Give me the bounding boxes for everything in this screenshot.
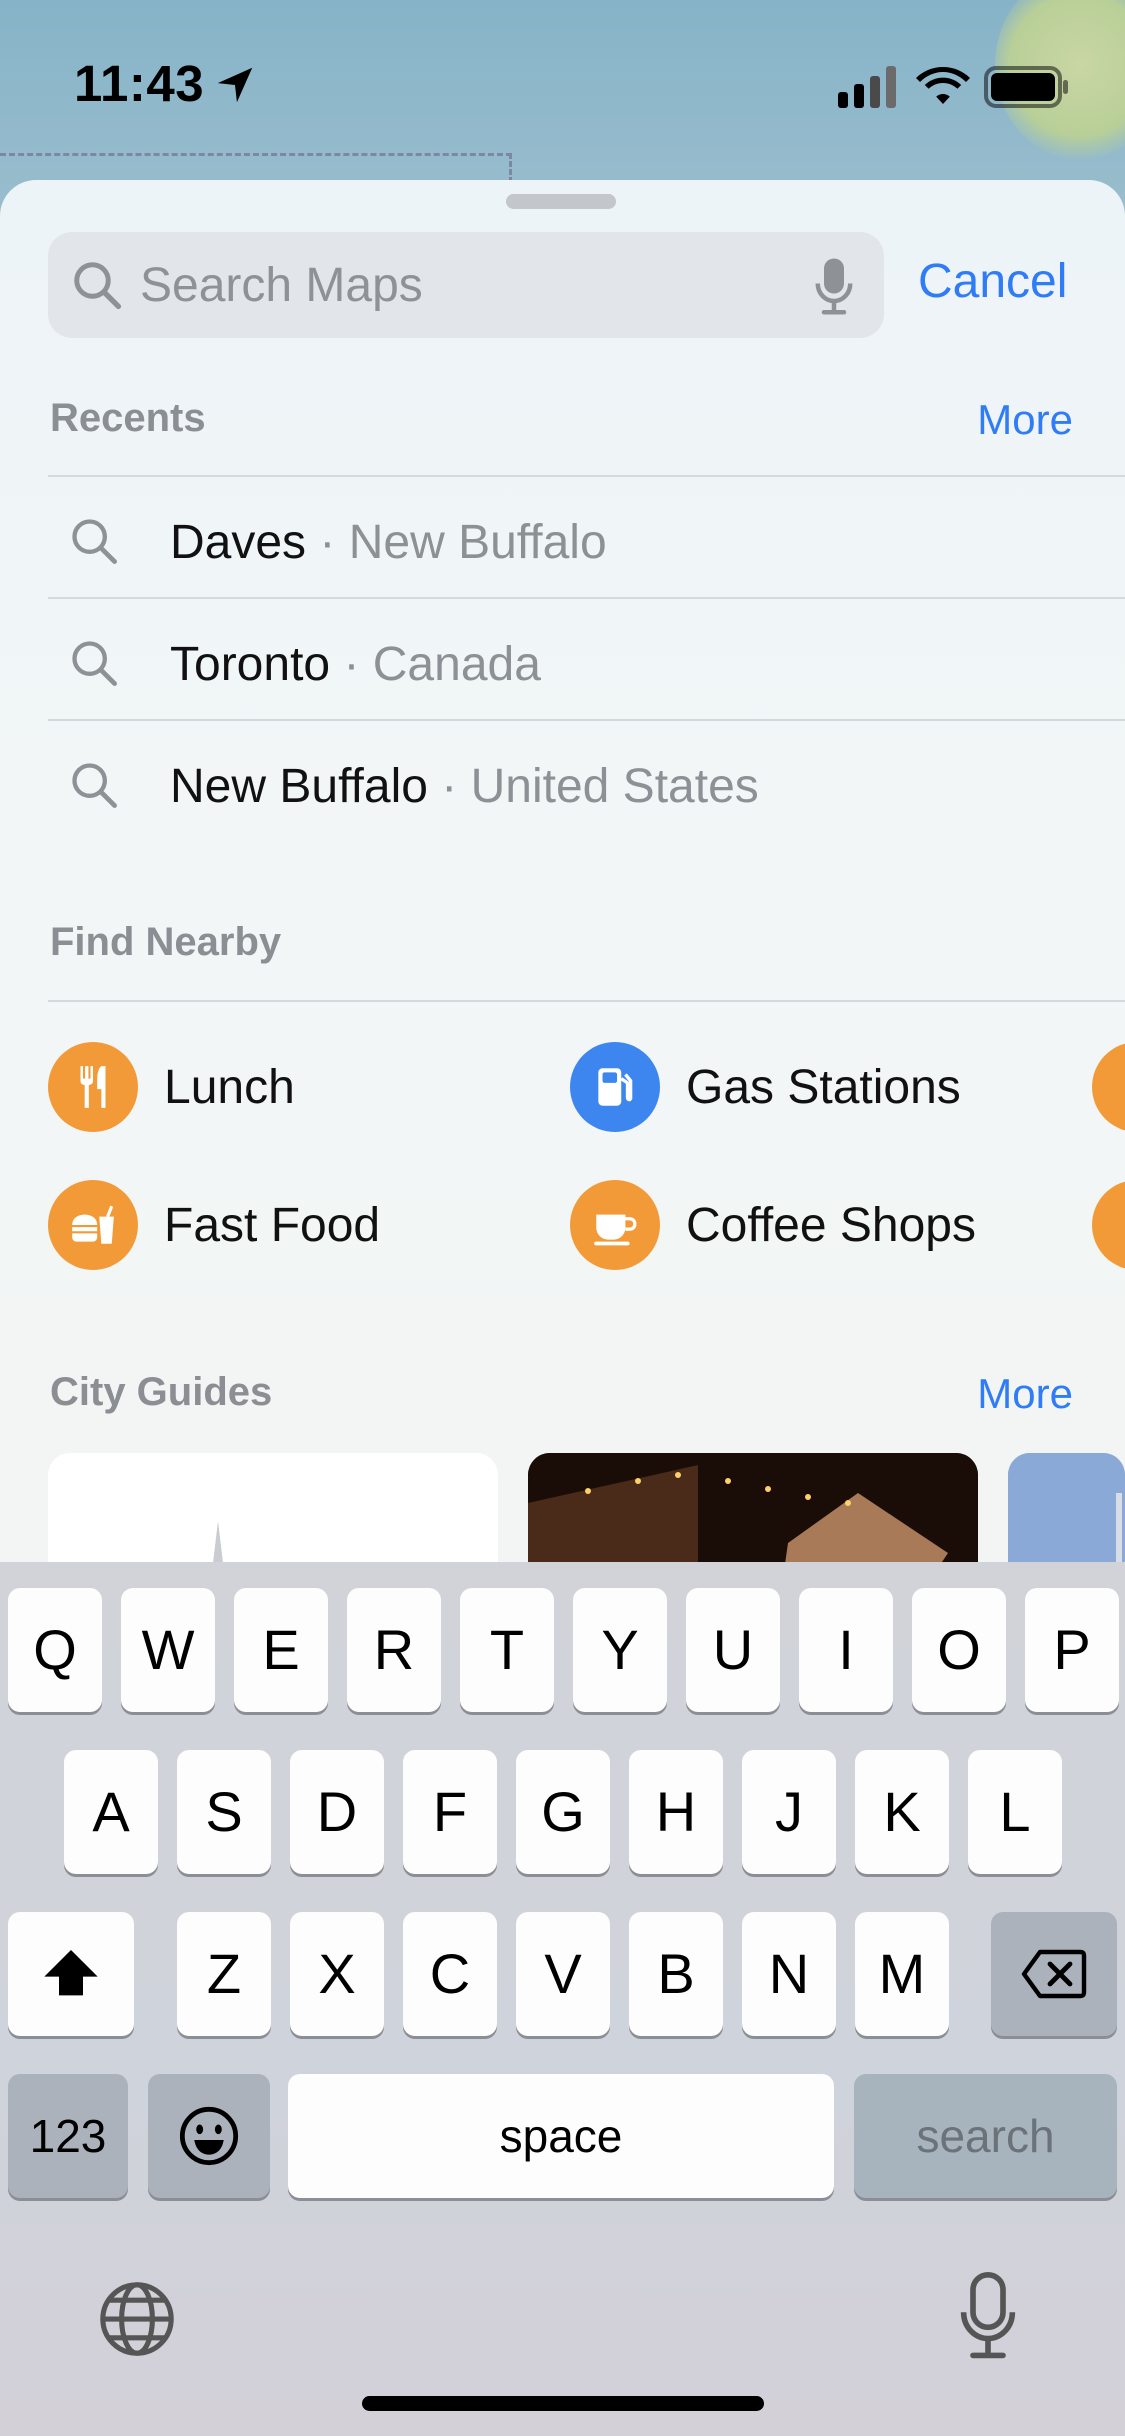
delete-key[interactable] — [991, 1912, 1117, 2036]
burger-drink-icon — [72, 1205, 114, 1244]
location-arrow-icon — [217, 67, 253, 103]
nearby-coffee-shops[interactable]: Coffee Shops — [570, 1174, 1050, 1274]
nearby-label: Lunch — [164, 1061, 295, 1114]
divider — [48, 719, 1125, 721]
fork-knife-icon — [80, 1066, 106, 1108]
key-h[interactable]: H — [629, 1750, 723, 1874]
sheet-grabber[interactable] — [506, 194, 616, 209]
recent-item-label: Toronto · Canada — [170, 638, 541, 691]
nearby-partial-item[interactable] — [1092, 1036, 1125, 1136]
key-e[interactable]: E — [234, 1588, 328, 1712]
nearby-label: Gas Stations — [686, 1061, 961, 1114]
key-d[interactable]: D — [290, 1750, 384, 1874]
battery-icon — [984, 66, 1068, 108]
key-q[interactable]: Q — [8, 1588, 102, 1712]
status-bar: 11:43 — [0, 0, 1125, 150]
nearby-partial-item[interactable] — [1092, 1174, 1125, 1274]
emoji-key[interactable] — [148, 2074, 270, 2198]
recents-more-link[interactable]: More — [977, 396, 1073, 444]
shift-key[interactable] — [8, 1912, 134, 2036]
home-indicator[interactable] — [362, 2396, 764, 2411]
dictation-mic-icon[interactable] — [814, 256, 854, 316]
divider — [48, 1000, 1125, 1002]
key-t[interactable]: T — [460, 1588, 554, 1712]
key-z[interactable]: Z — [177, 1912, 271, 2036]
key-c[interactable]: C — [403, 1912, 497, 2036]
nearby-gas-badge — [570, 1042, 660, 1132]
recent-item-label: New Buffalo · United States — [170, 760, 759, 813]
emoji-face-icon — [179, 2106, 239, 2166]
key-n[interactable]: N — [742, 1912, 836, 2036]
search-input[interactable]: Search Maps — [48, 232, 884, 338]
wifi-icon — [916, 67, 970, 104]
nearby-lunch-badge — [48, 1042, 138, 1132]
search-icon — [72, 641, 117, 686]
cancel-button[interactable]: Cancel — [918, 254, 1067, 309]
coffee-cup-icon — [594, 1214, 637, 1246]
status-time: 11:43 — [74, 55, 205, 112]
fuel-pump-icon — [598, 1068, 633, 1106]
key-j[interactable]: J — [742, 1750, 836, 1874]
key-r[interactable]: R — [347, 1588, 441, 1712]
key-b[interactable]: B — [629, 1912, 723, 2036]
numbers-key[interactable]: 123 — [8, 2074, 128, 2198]
key-w[interactable]: W — [121, 1588, 215, 1712]
key-a[interactable]: A — [64, 1750, 158, 1874]
key-g[interactable]: G — [516, 1750, 610, 1874]
map-boundary-line-vertical — [509, 153, 512, 183]
globe-icon[interactable] — [96, 2278, 178, 2360]
recent-item-toronto[interactable]: Toronto · Canada — [48, 601, 1125, 721]
nearby-label: Coffee Shops — [686, 1199, 976, 1252]
key-y[interactable]: Y — [573, 1588, 667, 1712]
key-o[interactable]: O — [912, 1588, 1006, 1712]
nearby-gas-stations[interactable]: Gas Stations — [570, 1036, 1050, 1136]
recent-item-new-buffalo[interactable]: New Buffalo · United States — [48, 723, 1125, 843]
key-p[interactable]: P — [1025, 1588, 1119, 1712]
recent-item-daves[interactable]: Daves · New Buffalo — [48, 479, 1125, 599]
cellular-signal-icon — [838, 66, 896, 108]
search-sheet: Search Maps Cancel Recents More Daves · … — [0, 180, 1125, 1600]
nearby-fast-food[interactable]: Fast Food — [48, 1174, 528, 1274]
key-f[interactable]: F — [403, 1750, 497, 1874]
divider — [48, 597, 1125, 599]
key-u[interactable]: U — [686, 1588, 780, 1712]
key-k[interactable]: K — [855, 1750, 949, 1874]
dictation-mic-icon[interactable] — [958, 2270, 1018, 2362]
search-icon — [74, 262, 122, 310]
shift-arrow-icon — [44, 1950, 98, 1996]
city-guides-more-link[interactable]: More — [977, 1370, 1073, 1418]
nearby-partial-badge — [1092, 1042, 1125, 1132]
key-i[interactable]: I — [799, 1588, 893, 1712]
key-s[interactable]: S — [177, 1750, 271, 1874]
search-key[interactable]: search — [854, 2074, 1117, 2198]
map-boundary-line — [0, 153, 512, 156]
nearby-lunch[interactable]: Lunch — [48, 1036, 528, 1136]
divider — [48, 475, 1125, 477]
key-v[interactable]: V — [516, 1912, 610, 2036]
key-x[interactable]: X — [290, 1912, 384, 2036]
recents-header: Recents — [50, 396, 206, 440]
keyboard: Q W E R T Y U I O P A S D F G H J K L Z … — [0, 1562, 1125, 2436]
search-placeholder: Search Maps — [140, 259, 423, 312]
key-m[interactable]: M — [855, 1912, 949, 2036]
nearby-fast-food-badge — [48, 1180, 138, 1270]
find-nearby-header: Find Nearby — [50, 920, 282, 964]
space-key[interactable]: space — [288, 2074, 834, 2198]
key-l[interactable]: L — [968, 1750, 1062, 1874]
recent-item-label: Daves · New Buffalo — [170, 516, 607, 569]
backspace-icon — [1021, 1949, 1087, 1999]
nearby-label: Fast Food — [164, 1199, 381, 1252]
city-guides-header: City Guides — [50, 1370, 273, 1414]
nearby-coffee-badge — [570, 1180, 660, 1270]
search-icon — [72, 519, 117, 564]
search-icon — [72, 763, 117, 808]
nearby-partial-badge — [1092, 1180, 1125, 1270]
